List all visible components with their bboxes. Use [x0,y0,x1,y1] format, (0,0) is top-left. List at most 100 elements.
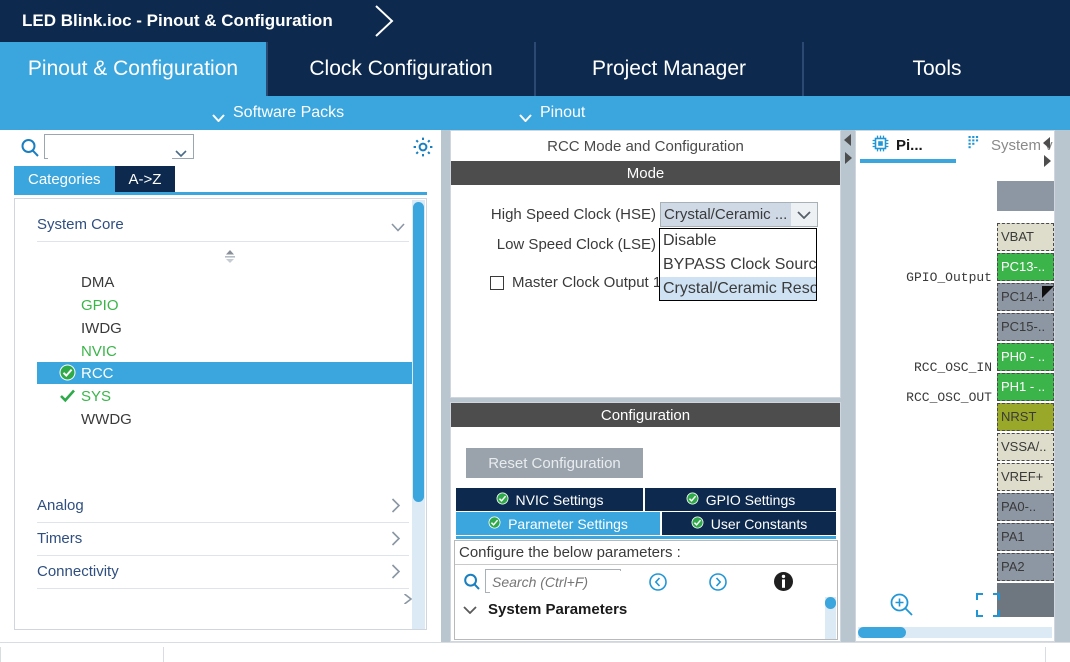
workspace: Categories A->Z System Core [0,130,1070,642]
system-view-icon [968,135,984,155]
chevron-right-icon [391,498,405,507]
tab-clock-configuration[interactable]: Clock Configuration [266,42,534,96]
tab-a-to-z[interactable]: A->Z [115,166,176,192]
mode-section-header: Mode [451,161,840,185]
tab-gpio-settings[interactable]: GPIO Settings [645,488,836,511]
category-search-combo[interactable] [44,134,194,159]
pin-pc13[interactable]: PC13-.. [997,253,1054,281]
tab-tools[interactable]: Tools [802,42,1070,96]
pin-signal-ph0: RCC_OSC_IN [914,360,992,375]
sidebar-item-rcc[interactable]: RCC [37,362,417,384]
tab-system-view[interactable]: System v [968,133,1053,157]
parameter-scrollbar-thumb[interactable] [825,597,836,609]
pin-pa1[interactable]: PA1 [997,523,1054,551]
check-circle-icon [691,516,704,532]
dropdown-option-disable[interactable]: Disable [660,229,816,253]
nav-prev-icon[interactable] [648,572,668,592]
check-icon [59,387,76,404]
scroll-right-icon[interactable] [1041,153,1053,169]
sidebar-item-wwdg[interactable]: WWDG [59,408,132,430]
pin-ph0[interactable]: PH0 - .. [997,343,1054,371]
row-label: Low Speed Clock (LSE) [451,236,656,253]
collapse-left-icon[interactable] [842,132,854,148]
scroll-left-icon[interactable] [1041,135,1053,151]
search-icon [463,573,481,591]
sidebar-item-label: WWDG [81,411,132,428]
search-icon [20,138,40,158]
sidebar-item-dma[interactable]: DMA [59,271,114,293]
group-header-analog[interactable]: Analog [37,488,409,523]
tree-scrollbar-thumb[interactable] [413,202,424,502]
info-icon[interactable] [773,571,794,592]
tab-pinout-configuration[interactable]: Pinout & Configuration [0,42,266,96]
menu-pinout[interactable]: Pinout [519,104,585,122]
group-header-timers[interactable]: Timers [37,521,409,556]
parameter-search-row [455,567,837,597]
pin-ph1[interactable]: PH1 - .. [997,373,1054,401]
scroll-spinner-icon[interactable] [221,249,239,265]
hse-mode-dropdown-list[interactable]: Disable BYPASS Clock Source Crystal/Cera… [659,228,817,301]
sidebar-item-gpio[interactable]: GPIO [59,294,119,316]
tab-project-manager[interactable]: Project Manager [534,42,802,96]
pin-pa0[interactable]: PA0-.. [997,493,1054,521]
tab-label: Tools [912,57,961,81]
tab-label: Clock Configuration [309,57,492,81]
status-bar [0,642,1070,662]
tab-label: Categories [28,171,101,188]
check-circle-icon [488,516,501,532]
hse-mode-combo[interactable]: Crystal/Ceramic ... [660,202,818,227]
panel-splitter[interactable] [841,130,855,642]
sidebar-item-label: SYS [81,388,111,405]
window-title: LED Blink.ioc - Pinout & Configuration [0,0,347,42]
chip-diagram[interactable]: VBAT PC13-.. PC14-.. PC15-.. PH0 - .. PH… [856,164,1054,609]
pin-vref[interactable]: VREF+ [997,463,1054,491]
sidebar-item-label: DMA [81,274,114,291]
hse-mode-value: Crystal/Ceramic ... [661,203,792,226]
pin-column-right: VBAT PC13-.. PC14-.. PC15-.. PH0 - .. PH… [997,181,1054,617]
group-header-system-core[interactable]: System Core [37,207,409,242]
dropdown-option-crystal-ceramic-resonator[interactable]: Crystal/Ceramic Resonator [660,277,816,301]
pin-nrst[interactable]: NRST [997,403,1054,431]
collapse-right-icon[interactable] [842,150,854,166]
chevron-down-icon[interactable] [791,203,817,226]
parameter-search-input-wrap[interactable] [485,569,621,593]
master-clock-output-row[interactable]: Master Clock Output 1 [490,274,661,291]
sidebar-item-label: RCC [81,365,114,382]
tab-label: GPIO Settings [706,492,795,508]
group-label: Timers [37,530,82,547]
tab-label: A->Z [129,171,162,188]
sidebar-item-sys[interactable]: SYS [59,385,111,407]
row-low-speed-clock: Low Speed Clock (LSE) [451,236,656,253]
main-tab-bar: Pinout & Configuration Clock Configurati… [0,42,1070,96]
parameter-search-input[interactable] [490,571,622,593]
tab-categories[interactable]: Categories [14,166,115,192]
pin-pa2[interactable]: PA2 [997,553,1054,581]
group-header-connectivity[interactable]: Connectivity [37,554,409,589]
reset-configuration-button[interactable]: Reset Configuration [466,448,643,478]
check-circle-icon [496,492,509,508]
gear-icon[interactable] [412,136,434,158]
pin-signal-pc13: GPIO_Output [906,270,992,285]
tab-parameter-settings[interactable]: Parameter Settings [456,512,660,535]
chip-horizontal-scrollbar-thumb[interactable] [858,627,906,638]
tab-pinout-view[interactable]: Pi... [872,133,923,157]
tab-nvic-settings[interactable]: NVIC Settings [456,488,643,511]
tree-node-system-parameters[interactable]: System Parameters [463,601,627,618]
nav-next-icon[interactable] [708,572,728,592]
pin-pc15[interactable]: PC15-.. [997,313,1054,341]
menu-software-packs[interactable]: Software Packs [212,104,344,122]
stm32cubemx-window: LED Blink.ioc - Pinout & Configuration P… [0,0,1070,662]
sidebar-item-iwdg[interactable]: IWDG [59,317,122,339]
pin-vbat[interactable]: VBAT [997,223,1054,251]
chevron-down-icon[interactable] [463,601,477,618]
zoom-in-icon[interactable] [888,591,916,619]
pin-vssa[interactable]: VSSA/.. [997,433,1054,461]
tab-user-constants[interactable]: User Constants [662,512,836,535]
pin-connection-marker-icon [1042,286,1055,305]
search-input[interactable] [48,136,172,159]
fit-to-screen-icon[interactable] [974,591,1002,619]
chevron-right-icon [391,564,405,573]
dropdown-option-bypass-clock-source[interactable]: BYPASS Clock Source [660,253,816,277]
sidebar-item-nvic[interactable]: NVIC [59,340,117,362]
checkbox-master-clock-output[interactable] [490,276,504,290]
